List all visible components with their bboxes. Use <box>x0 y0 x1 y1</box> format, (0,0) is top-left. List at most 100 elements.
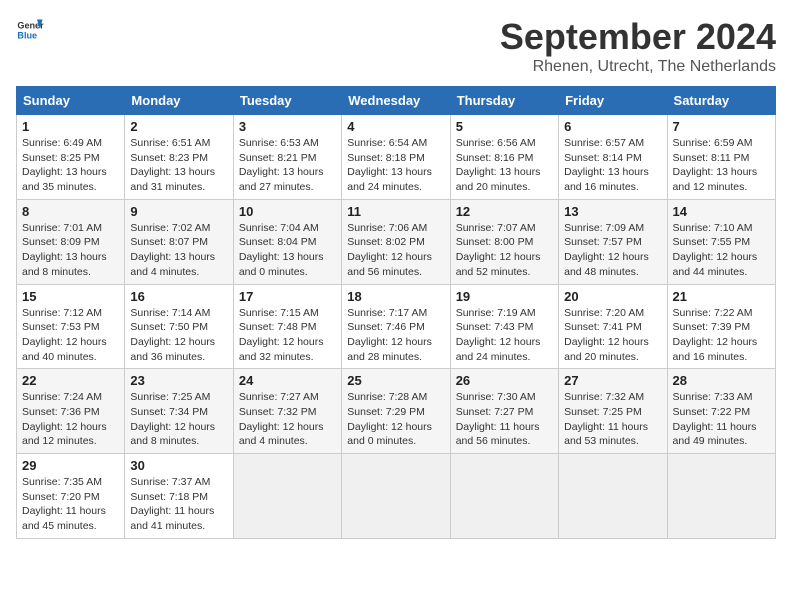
day-number: 23 <box>130 373 227 388</box>
calendar-cell <box>450 454 558 539</box>
calendar-cell: 21 Sunrise: 7:22 AM Sunset: 7:39 PM Dayli… <box>667 284 775 369</box>
day-info: Sunrise: 6:53 AM Sunset: 8:21 PM Dayligh… <box>239 136 336 195</box>
column-header-saturday: Saturday <box>667 87 775 115</box>
day-info: Sunrise: 7:14 AM Sunset: 7:50 PM Dayligh… <box>130 306 227 365</box>
column-header-thursday: Thursday <box>450 87 558 115</box>
day-number: 21 <box>673 289 770 304</box>
day-info: Sunrise: 7:22 AM Sunset: 7:39 PM Dayligh… <box>673 306 770 365</box>
column-header-sunday: Sunday <box>17 87 125 115</box>
day-info: Sunrise: 7:04 AM Sunset: 8:04 PM Dayligh… <box>239 221 336 280</box>
calendar-body: 1Sunrise: 6:49 AM Sunset: 8:25 PM Daylig… <box>17 115 776 539</box>
calendar-cell: 25 Sunrise: 7:28 AM Sunset: 7:29 PM Dayli… <box>342 369 450 454</box>
calendar-week-row: 1Sunrise: 6:49 AM Sunset: 8:25 PM Daylig… <box>17 115 776 200</box>
day-info: Sunrise: 6:51 AM Sunset: 8:23 PM Dayligh… <box>130 136 227 195</box>
calendar-cell: 20 Sunrise: 7:20 AM Sunset: 7:41 PM Dayli… <box>559 284 667 369</box>
calendar-cell: 14 Sunrise: 7:10 AM Sunset: 7:55 PM Dayli… <box>667 199 775 284</box>
day-number: 16 <box>130 289 227 304</box>
calendar-cell: 9Sunrise: 7:02 AM Sunset: 8:07 PM Daylig… <box>125 199 233 284</box>
calendar-cell <box>342 454 450 539</box>
calendar-cell: 16 Sunrise: 7:14 AM Sunset: 7:50 PM Dayli… <box>125 284 233 369</box>
day-number: 18 <box>347 289 444 304</box>
day-info: Sunrise: 7:01 AM Sunset: 8:09 PM Dayligh… <box>22 221 119 280</box>
day-number: 6 <box>564 119 661 134</box>
day-number: 5 <box>456 119 553 134</box>
column-header-friday: Friday <box>559 87 667 115</box>
day-info: Sunrise: 7:28 AM Sunset: 7:29 PM Dayligh… <box>347 390 444 449</box>
day-number: 24 <box>239 373 336 388</box>
title-area: September 2024 Rhenen, Utrecht, The Neth… <box>500 16 776 76</box>
calendar-cell: 7Sunrise: 6:59 AM Sunset: 8:11 PM Daylig… <box>667 115 775 200</box>
day-number: 22 <box>22 373 119 388</box>
day-number: 26 <box>456 373 553 388</box>
calendar-cell: 11 Sunrise: 7:06 AM Sunset: 8:02 PM Dayli… <box>342 199 450 284</box>
day-number: 3 <box>239 119 336 134</box>
day-info: Sunrise: 7:19 AM Sunset: 7:43 PM Dayligh… <box>456 306 553 365</box>
calendar-cell: 15 Sunrise: 7:12 AM Sunset: 7:53 PM Dayli… <box>17 284 125 369</box>
day-info: Sunrise: 7:33 AM Sunset: 7:22 PM Dayligh… <box>673 390 770 449</box>
day-number: 11 <box>347 204 444 219</box>
calendar-week-row: 29Sunrise: 7:35 AM Sunset: 7:20 PM Dayli… <box>17 454 776 539</box>
day-info: Sunrise: 6:56 AM Sunset: 8:16 PM Dayligh… <box>456 136 553 195</box>
day-info: Sunrise: 7:06 AM Sunset: 8:02 PM Dayligh… <box>347 221 444 280</box>
calendar-cell: 29Sunrise: 7:35 AM Sunset: 7:20 PM Dayli… <box>17 454 125 539</box>
day-number: 29 <box>22 458 119 473</box>
calendar-cell: 18Sunrise: 7:17 AM Sunset: 7:46 PM Dayli… <box>342 284 450 369</box>
calendar-cell: 10 Sunrise: 7:04 AM Sunset: 8:04 PM Dayli… <box>233 199 341 284</box>
calendar-cell: 26 Sunrise: 7:30 AM Sunset: 7:27 PM Dayli… <box>450 369 558 454</box>
calendar-cell <box>233 454 341 539</box>
day-info: Sunrise: 7:09 AM Sunset: 7:57 PM Dayligh… <box>564 221 661 280</box>
day-info: Sunrise: 6:54 AM Sunset: 8:18 PM Dayligh… <box>347 136 444 195</box>
calendar-week-row: 8Sunrise: 7:01 AM Sunset: 8:09 PM Daylig… <box>17 199 776 284</box>
day-number: 14 <box>673 204 770 219</box>
calendar-week-row: 15 Sunrise: 7:12 AM Sunset: 7:53 PM Dayli… <box>17 284 776 369</box>
day-number: 28 <box>673 373 770 388</box>
day-number: 19 <box>456 289 553 304</box>
calendar-cell <box>667 454 775 539</box>
day-info: Sunrise: 6:59 AM Sunset: 8:11 PM Dayligh… <box>673 136 770 195</box>
day-number: 17 <box>239 289 336 304</box>
svg-text:Blue: Blue <box>17 30 37 40</box>
calendar-cell: 1Sunrise: 6:49 AM Sunset: 8:25 PM Daylig… <box>17 115 125 200</box>
day-info: Sunrise: 7:15 AM Sunset: 7:48 PM Dayligh… <box>239 306 336 365</box>
day-info: Sunrise: 6:57 AM Sunset: 8:14 PM Dayligh… <box>564 136 661 195</box>
column-header-tuesday: Tuesday <box>233 87 341 115</box>
column-header-monday: Monday <box>125 87 233 115</box>
calendar-table: SundayMondayTuesdayWednesdayThursdayFrid… <box>16 86 776 539</box>
day-number: 10 <box>239 204 336 219</box>
calendar-cell <box>559 454 667 539</box>
calendar-cell: 30Sunrise: 7:37 AM Sunset: 7:18 PM Dayli… <box>125 454 233 539</box>
day-info: Sunrise: 7:20 AM Sunset: 7:41 PM Dayligh… <box>564 306 661 365</box>
day-number: 25 <box>347 373 444 388</box>
calendar-cell: 12 Sunrise: 7:07 AM Sunset: 8:00 PM Dayli… <box>450 199 558 284</box>
header: General Blue September 2024 Rhenen, Utre… <box>16 16 776 76</box>
day-number: 1 <box>22 119 119 134</box>
calendar-cell: 3 Sunrise: 6:53 AM Sunset: 8:21 PM Daylig… <box>233 115 341 200</box>
day-number: 15 <box>22 289 119 304</box>
day-number: 12 <box>456 204 553 219</box>
calendar-cell: 27Sunrise: 7:32 AM Sunset: 7:25 PM Dayli… <box>559 369 667 454</box>
calendar-cell: 2 Sunrise: 6:51 AM Sunset: 8:23 PM Daylig… <box>125 115 233 200</box>
day-info: Sunrise: 7:12 AM Sunset: 7:53 PM Dayligh… <box>22 306 119 365</box>
calendar-cell: 24 Sunrise: 7:27 AM Sunset: 7:32 PM Dayli… <box>233 369 341 454</box>
day-info: Sunrise: 7:10 AM Sunset: 7:55 PM Dayligh… <box>673 221 770 280</box>
day-number: 9 <box>130 204 227 219</box>
day-info: Sunrise: 7:37 AM Sunset: 7:18 PM Dayligh… <box>130 475 227 534</box>
column-header-wednesday: Wednesday <box>342 87 450 115</box>
calendar-header-row: SundayMondayTuesdayWednesdayThursdayFrid… <box>17 87 776 115</box>
day-info: Sunrise: 7:07 AM Sunset: 8:00 PM Dayligh… <box>456 221 553 280</box>
day-number: 2 <box>130 119 227 134</box>
day-info: Sunrise: 7:27 AM Sunset: 7:32 PM Dayligh… <box>239 390 336 449</box>
day-number: 4 <box>347 119 444 134</box>
calendar-cell: 23 Sunrise: 7:25 AM Sunset: 7:34 PM Dayli… <box>125 369 233 454</box>
calendar-cell: 8Sunrise: 7:01 AM Sunset: 8:09 PM Daylig… <box>17 199 125 284</box>
day-info: Sunrise: 7:25 AM Sunset: 7:34 PM Dayligh… <box>130 390 227 449</box>
day-info: Sunrise: 7:30 AM Sunset: 7:27 PM Dayligh… <box>456 390 553 449</box>
calendar-cell: 28 Sunrise: 7:33 AM Sunset: 7:22 PM Dayli… <box>667 369 775 454</box>
day-number: 20 <box>564 289 661 304</box>
calendar-cell: 17 Sunrise: 7:15 AM Sunset: 7:48 PM Dayli… <box>233 284 341 369</box>
calendar-cell: 13Sunrise: 7:09 AM Sunset: 7:57 PM Dayli… <box>559 199 667 284</box>
calendar-cell: 22Sunrise: 7:24 AM Sunset: 7:36 PM Dayli… <box>17 369 125 454</box>
logo: General Blue <box>16 16 44 44</box>
calendar-cell: 4 Sunrise: 6:54 AM Sunset: 8:18 PM Daylig… <box>342 115 450 200</box>
calendar-cell: 19 Sunrise: 7:19 AM Sunset: 7:43 PM Dayli… <box>450 284 558 369</box>
